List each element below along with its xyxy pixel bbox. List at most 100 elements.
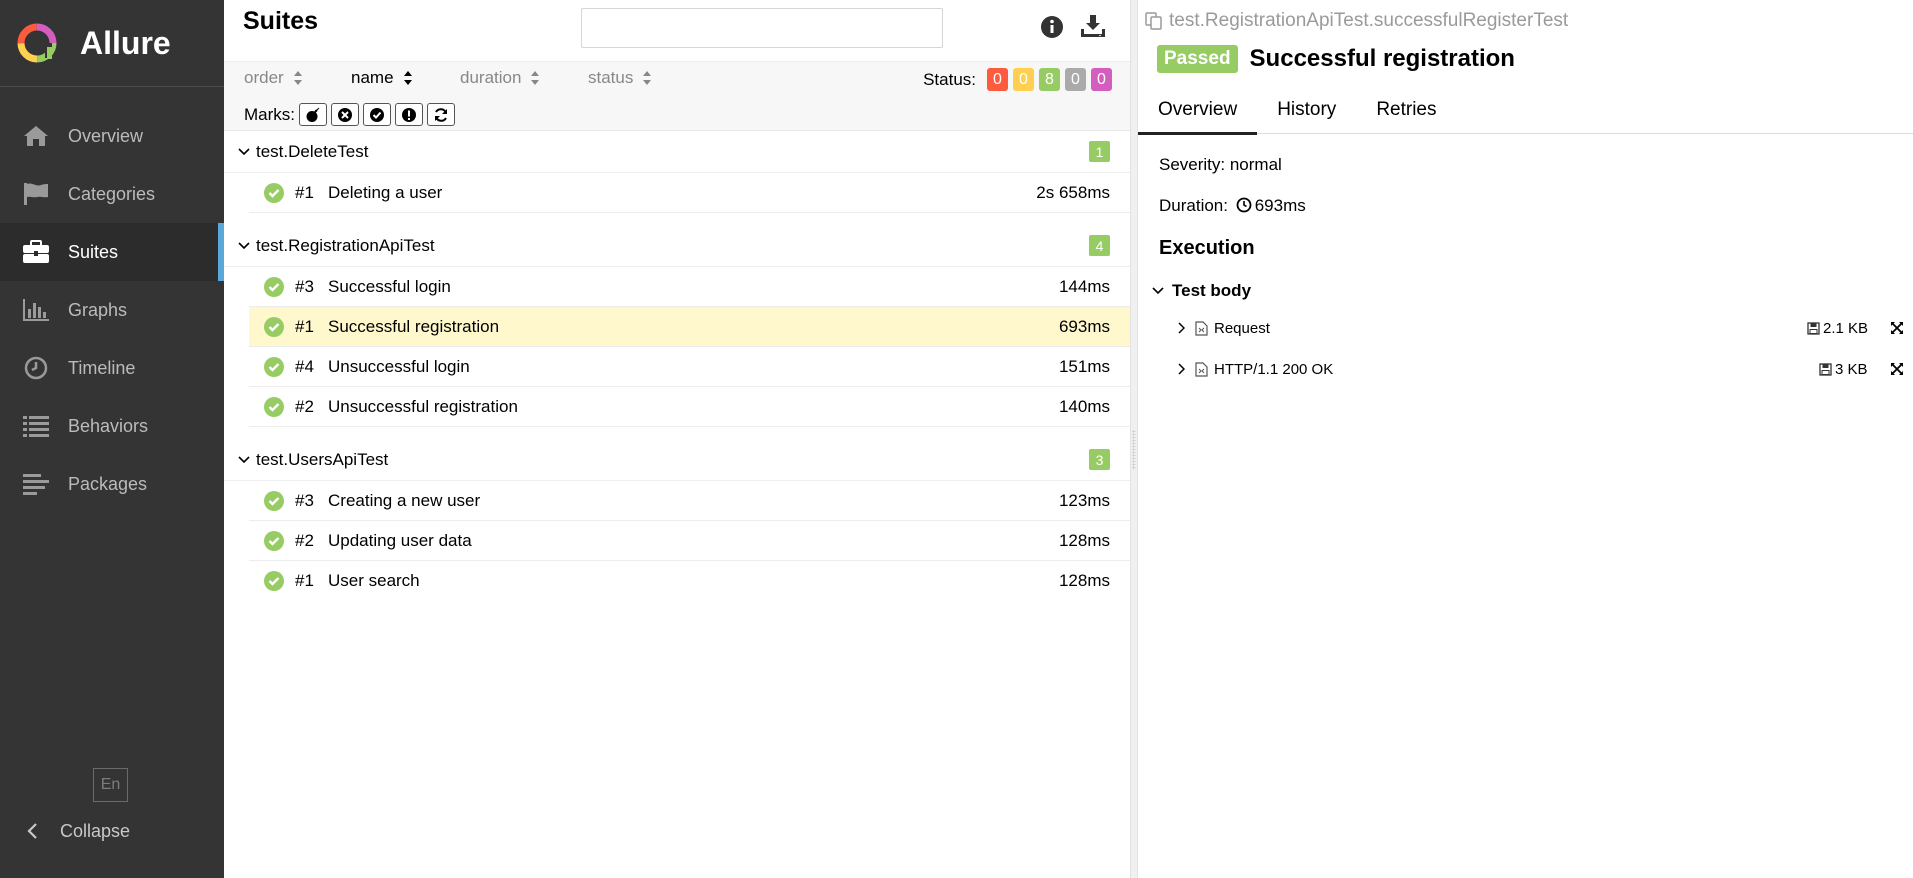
suite-group-users-api-test[interactable]: test.UsersApiTest 3 xyxy=(224,439,1130,481)
test-details-pane: test.RegistrationApiTest.successfulRegis… xyxy=(1138,0,1913,878)
expand-icon[interactable] xyxy=(1890,362,1904,376)
marks-label: Marks: xyxy=(244,104,295,124)
attachment-name: HTTP/1.1 200 OK xyxy=(1214,360,1334,378)
status-skipped-toggle[interactable]: 0 xyxy=(1065,68,1086,91)
sort-by-status[interactable]: status xyxy=(588,68,652,88)
sort-by-name[interactable]: name xyxy=(351,68,460,88)
status-filter-label: Status: xyxy=(923,69,976,89)
test-order: #1 xyxy=(295,182,314,202)
info-icon[interactable] xyxy=(1040,15,1064,39)
test-name: Successful registration xyxy=(328,316,500,336)
chevron-down-icon xyxy=(238,455,250,463)
test-row[interactable]: #2 Updating user data 128ms xyxy=(249,521,1130,561)
test-order: #2 xyxy=(295,396,314,416)
sidebar-item-categories[interactable]: Categories xyxy=(0,165,224,223)
mark-new-broken-toggle[interactable] xyxy=(395,103,423,126)
refresh-icon xyxy=(435,107,447,122)
sidebar-item-timeline[interactable]: Timeline xyxy=(0,339,224,397)
briefcase-icon xyxy=(22,238,50,266)
test-row[interactable]: #4 Unsuccessful login 151ms xyxy=(249,347,1130,387)
splitter-grip[interactable] xyxy=(1132,430,1136,470)
test-row-selected[interactable]: #1 Successful registration 693ms xyxy=(249,307,1130,347)
test-name: Creating a new user xyxy=(328,490,481,510)
duration-label: Duration: xyxy=(1159,196,1228,215)
test-full-name[interactable]: test.RegistrationApiTest.successfulRegis… xyxy=(1145,10,1568,32)
sort-by-duration[interactable]: duration xyxy=(460,68,588,88)
test-order: #3 xyxy=(295,490,314,510)
test-duration: 693ms xyxy=(1058,316,1110,336)
suites-pane: Suites order name duration status Status… xyxy=(224,0,1130,878)
test-row[interactable]: #1 Deleting a user 2s 658ms xyxy=(249,173,1130,213)
status-passed-toggle[interactable]: 8 xyxy=(1039,68,1060,91)
sidebar-item-behaviors[interactable]: Behaviors xyxy=(0,397,224,455)
download-icon[interactable] xyxy=(1080,14,1106,38)
sidebar-item-overview[interactable]: Overview xyxy=(0,107,224,165)
test-title: Successful registration xyxy=(1249,45,1515,72)
sort-by-order[interactable]: order xyxy=(244,68,351,88)
attachment-row[interactable]: HTTP/1.1 200 OK 3 KB xyxy=(1138,354,1913,384)
status-badge: Passed xyxy=(1157,45,1238,73)
sidebar-item-suites[interactable]: Suites xyxy=(0,223,224,281)
sidebar: Allure Overview Categories Suites Graphs xyxy=(0,0,224,878)
status-filter: Status: 0 0 8 0 0 xyxy=(923,68,1112,91)
test-body-toggle[interactable]: Test body xyxy=(1152,281,1251,301)
suite-name: test.UsersApiTest xyxy=(256,449,389,469)
test-full-name-text: test.RegistrationApiTest.successfulRegis… xyxy=(1169,10,1569,31)
mark-flaky-toggle[interactable] xyxy=(299,103,327,126)
sidebar-item-packages[interactable]: Packages xyxy=(0,455,224,513)
bar-chart-icon xyxy=(22,296,50,324)
test-name: Unsuccessful registration xyxy=(328,396,518,416)
clock-icon xyxy=(22,354,50,382)
test-name: Updating user data xyxy=(328,530,472,550)
check-circle-icon xyxy=(264,571,284,591)
times-circle-icon xyxy=(338,107,352,122)
mark-new-failed-toggle[interactable] xyxy=(331,103,359,126)
test-name: Deleting a user xyxy=(328,182,443,202)
check-circle-icon xyxy=(264,396,284,417)
search-input[interactable] xyxy=(581,8,943,48)
suite-group-delete-test[interactable]: test.DeleteTest 1 xyxy=(224,131,1130,173)
marks-filter: Marks: xyxy=(244,103,455,126)
save-icon xyxy=(1819,362,1832,376)
tab-history[interactable]: History xyxy=(1257,86,1356,134)
status-unknown-toggle[interactable]: 0 xyxy=(1091,68,1112,91)
test-duration: 140ms xyxy=(1058,396,1110,416)
test-tabs: Overview History Retries xyxy=(1138,86,1913,135)
suite-group-registration-api-test[interactable]: test.RegistrationApiTest 4 xyxy=(224,225,1130,267)
mark-retries-toggle[interactable] xyxy=(427,103,455,126)
test-row[interactable]: #3 Creating a new user 123ms xyxy=(249,481,1130,521)
sidebar-item-graphs[interactable]: Graphs xyxy=(0,281,224,339)
test-duration: 2s 658ms xyxy=(1036,182,1110,202)
test-body-label: Test body xyxy=(1172,281,1252,300)
chevron-down-icon xyxy=(238,241,250,249)
language-switcher[interactable]: En xyxy=(93,768,128,802)
brand[interactable]: Allure xyxy=(0,0,224,87)
attachment-name: Request xyxy=(1214,319,1270,337)
test-row[interactable]: #2 Unsuccessful registration 140ms xyxy=(249,387,1130,427)
align-left-icon xyxy=(22,470,50,498)
test-count-badge: 4 xyxy=(1089,235,1110,256)
check-circle-icon xyxy=(264,316,284,337)
status-failed-toggle[interactable]: 0 xyxy=(987,68,1008,91)
check-circle-icon xyxy=(264,182,284,203)
pane-splitter[interactable] xyxy=(1130,0,1138,878)
check-circle-icon xyxy=(264,276,284,297)
attachment-row[interactable]: Request 2.1 KB xyxy=(1138,313,1913,343)
test-order: #3 xyxy=(295,276,314,296)
mark-new-passed-toggle[interactable] xyxy=(363,103,391,126)
check-circle-icon xyxy=(264,490,284,511)
chevron-down-icon xyxy=(238,147,250,155)
test-row[interactable]: #1 User search 128ms xyxy=(249,561,1130,601)
tab-retries[interactable]: Retries xyxy=(1356,86,1456,134)
collapse-button[interactable]: Collapse xyxy=(26,816,130,846)
check-circle-icon xyxy=(370,107,384,122)
tab-overview[interactable]: Overview xyxy=(1138,86,1258,135)
attachment-size-text: 2.1 KB xyxy=(1823,319,1869,337)
test-row[interactable]: #3 Successful login 144ms xyxy=(249,267,1130,307)
execution-title: Execution xyxy=(1159,237,1255,259)
expand-icon[interactable] xyxy=(1890,321,1904,335)
duration-value: 693ms xyxy=(1254,196,1306,215)
sorter-label: name xyxy=(351,68,394,87)
status-broken-toggle[interactable]: 0 xyxy=(1013,68,1034,91)
suites-header: Suites xyxy=(224,0,1130,62)
